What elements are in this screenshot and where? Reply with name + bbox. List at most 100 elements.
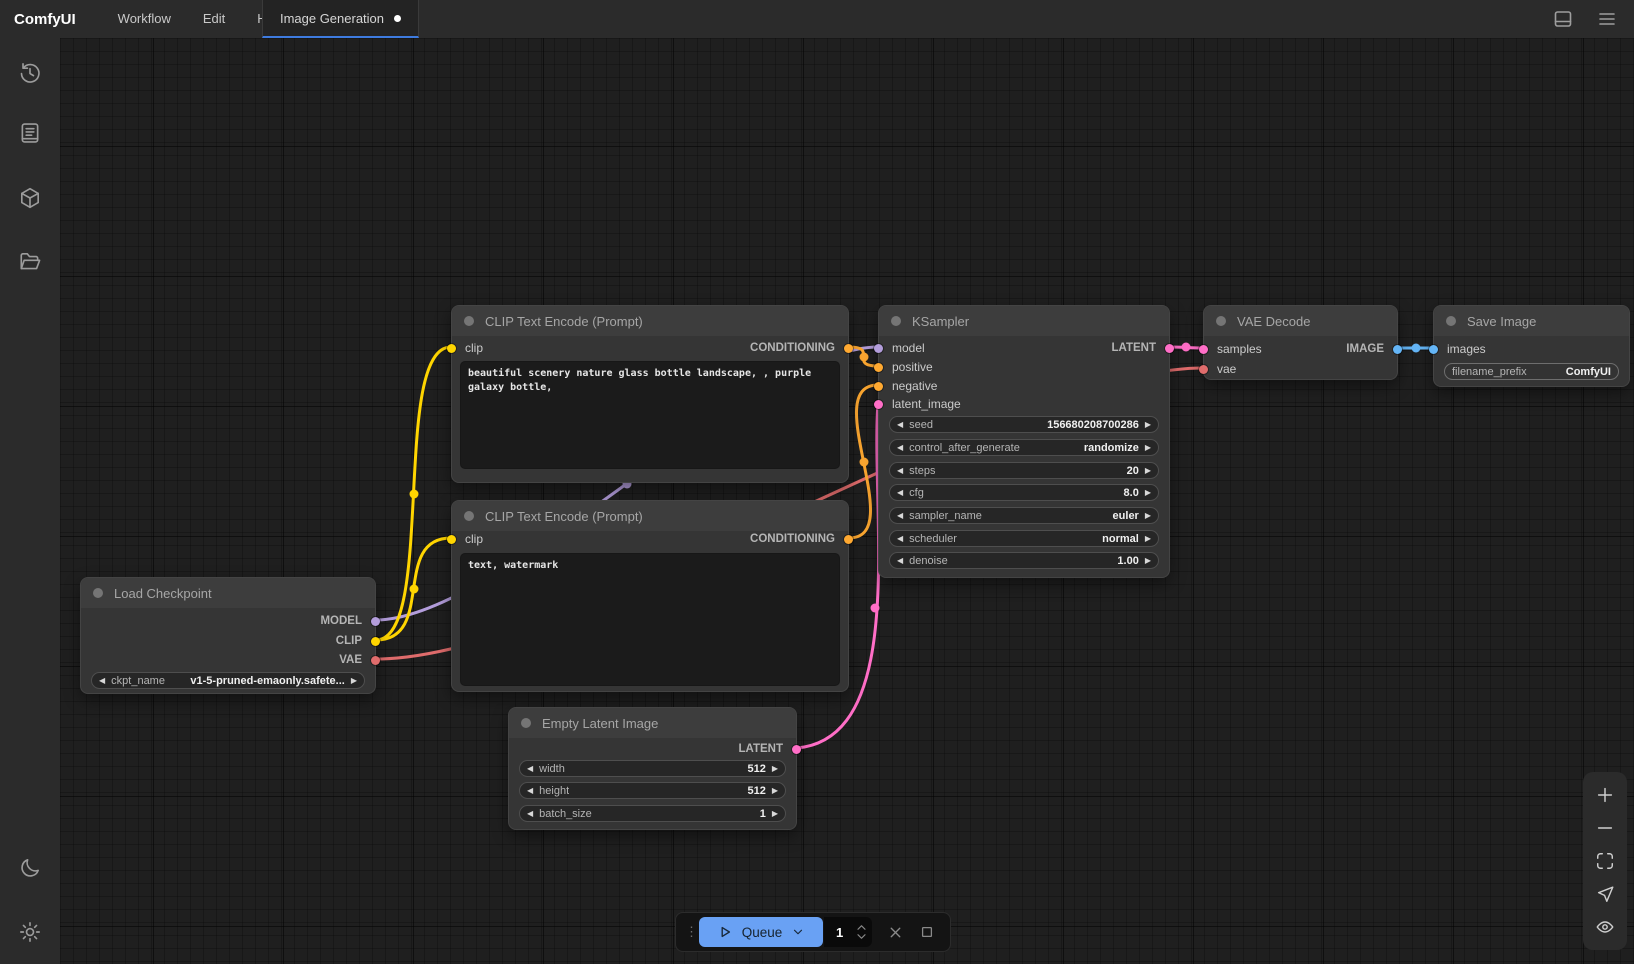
menu-workflow[interactable]: Workflow bbox=[102, 0, 187, 38]
widget-left-arrow-icon[interactable]: ◀ bbox=[897, 508, 903, 523]
widget-left-arrow-icon[interactable]: ◀ bbox=[897, 463, 903, 478]
prompt-textarea[interactable]: beautiful scenery nature glass bottle la… bbox=[460, 361, 840, 469]
workflows-icon[interactable] bbox=[12, 244, 48, 280]
toggle-link-visibility-icon[interactable] bbox=[1588, 913, 1622, 941]
theme-toggle-icon[interactable] bbox=[12, 850, 48, 886]
node-ksampler[interactable]: KSamplerLATENTmodelpositivenegativelaten… bbox=[878, 305, 1170, 578]
history-icon[interactable] bbox=[12, 55, 48, 91]
menu-icon[interactable] bbox=[1592, 4, 1622, 34]
link-midpoint-dot bbox=[860, 353, 869, 362]
prompt-textarea[interactable]: text, watermark bbox=[460, 553, 840, 686]
stop-icon[interactable] bbox=[919, 924, 935, 940]
node-save-image[interactable]: Save Imageimagesfilename_prefixComfyUI bbox=[1433, 305, 1630, 387]
stepper-up-icon[interactable] bbox=[856, 924, 867, 931]
node-header[interactable]: CLIP Text Encode (Prompt) bbox=[452, 306, 848, 336]
input-label-negative: negative bbox=[892, 378, 937, 394]
bottom-panel-icon[interactable] bbox=[1548, 4, 1578, 34]
node-header[interactable]: Empty Latent Image bbox=[509, 708, 796, 738]
input-port-negative[interactable] bbox=[874, 382, 883, 391]
input-port-images[interactable] bbox=[1429, 345, 1438, 354]
widget-right-arrow-icon[interactable]: ▶ bbox=[1145, 417, 1151, 432]
drag-handle[interactable]: ⋮ bbox=[685, 927, 695, 937]
output-port-image[interactable] bbox=[1393, 345, 1402, 354]
node-title: Load Checkpoint bbox=[114, 586, 212, 601]
widget-value: 512 bbox=[747, 763, 765, 775]
widget-left-arrow-icon[interactable]: ◀ bbox=[897, 531, 903, 546]
widget-left-arrow-icon[interactable]: ◀ bbox=[99, 673, 105, 688]
zoom-in-icon[interactable] bbox=[1588, 781, 1622, 809]
fit-view-icon[interactable] bbox=[1588, 847, 1622, 875]
queue-button[interactable]: Queue bbox=[699, 917, 823, 947]
output-port-vae[interactable] bbox=[371, 656, 380, 665]
input-port-positive[interactable] bbox=[874, 363, 883, 372]
node-canvas[interactable]: Load CheckpointMODELCLIPVAE◀ckpt_namev1-… bbox=[60, 38, 1634, 964]
tab-image-generation[interactable]: Image Generation bbox=[262, 0, 419, 38]
widget-left-arrow-icon[interactable]: ◀ bbox=[897, 485, 903, 500]
node-vae-decode[interactable]: VAE DecodeIMAGEsamplesvae bbox=[1203, 305, 1398, 380]
widget-ckpt_name[interactable]: ◀ckpt_namev1-5-pruned-emaonly.safete...▶ bbox=[91, 672, 365, 689]
widget-filename_prefix[interactable]: filename_prefixComfyUI bbox=[1444, 363, 1619, 380]
widget-right-arrow-icon[interactable]: ▶ bbox=[1145, 553, 1151, 568]
widget-scheduler[interactable]: ◀schedulernormal▶ bbox=[889, 530, 1159, 547]
input-port-vae[interactable] bbox=[1199, 365, 1208, 374]
app-logo: ComfyUI bbox=[14, 11, 76, 28]
widget-denoise[interactable]: ◀denoise1.00▶ bbox=[889, 552, 1159, 569]
widget-right-arrow-icon[interactable]: ▶ bbox=[772, 761, 778, 776]
zoom-out-icon[interactable] bbox=[1588, 814, 1622, 842]
tab-label: Image Generation bbox=[280, 11, 384, 26]
widget-width[interactable]: ◀width512▶ bbox=[519, 760, 786, 777]
input-port-model[interactable] bbox=[874, 344, 883, 353]
input-port-latent_image[interactable] bbox=[874, 400, 883, 409]
widget-right-arrow-icon[interactable]: ▶ bbox=[1145, 463, 1151, 478]
node-header[interactable]: Save Image bbox=[1434, 306, 1629, 336]
clear-queue-icon[interactable] bbox=[887, 924, 904, 941]
menu-edit[interactable]: Edit bbox=[187, 0, 241, 38]
widget-sampler_name[interactable]: ◀sampler_nameeuler▶ bbox=[889, 507, 1159, 524]
output-port-latent[interactable] bbox=[792, 745, 801, 754]
widget-right-arrow-icon[interactable]: ▶ bbox=[351, 673, 357, 688]
output-port-model[interactable] bbox=[371, 617, 380, 626]
node-header[interactable]: CLIP Text Encode (Prompt) bbox=[452, 501, 848, 531]
input-port-clip[interactable] bbox=[447, 535, 456, 544]
widget-value: 156680208700286 bbox=[1047, 419, 1139, 431]
widget-right-arrow-icon[interactable]: ▶ bbox=[1145, 485, 1151, 500]
node-header[interactable]: VAE Decode bbox=[1204, 306, 1397, 336]
node-clip-text-encode-positive[interactable]: CLIP Text Encode (Prompt)CONDITIONINGcli… bbox=[451, 305, 849, 483]
node-header[interactable]: KSampler bbox=[879, 306, 1169, 336]
widget-left-arrow-icon[interactable]: ◀ bbox=[527, 806, 533, 821]
output-port-clip[interactable] bbox=[371, 637, 380, 646]
output-port-latent[interactable] bbox=[1165, 344, 1174, 353]
widget-height[interactable]: ◀height512▶ bbox=[519, 782, 786, 799]
navigate-icon[interactable] bbox=[1588, 880, 1622, 908]
input-port-clip[interactable] bbox=[447, 344, 456, 353]
output-port-conditioning[interactable] bbox=[844, 344, 853, 353]
widget-left-arrow-icon[interactable]: ◀ bbox=[897, 417, 903, 432]
widget-right-arrow-icon[interactable]: ▶ bbox=[772, 806, 778, 821]
widget-control_after_generate[interactable]: ◀control_after_generaterandomize▶ bbox=[889, 439, 1159, 456]
widget-right-arrow-icon[interactable]: ▶ bbox=[1145, 440, 1151, 455]
batch-count-input[interactable]: 1 bbox=[824, 917, 872, 947]
node-library-icon[interactable] bbox=[12, 115, 48, 151]
widget-steps[interactable]: ◀steps20▶ bbox=[889, 462, 1159, 479]
widget-right-arrow-icon[interactable]: ▶ bbox=[772, 783, 778, 798]
settings-icon[interactable] bbox=[12, 914, 48, 950]
widget-right-arrow-icon[interactable]: ▶ bbox=[1145, 531, 1151, 546]
widget-left-arrow-icon[interactable]: ◀ bbox=[897, 440, 903, 455]
widget-right-arrow-icon[interactable]: ▶ bbox=[1145, 508, 1151, 523]
node-load-checkpoint[interactable]: Load CheckpointMODELCLIPVAE◀ckpt_namev1-… bbox=[80, 577, 376, 694]
widget-seed[interactable]: ◀seed156680208700286▶ bbox=[889, 416, 1159, 433]
output-label-image: IMAGE bbox=[1346, 341, 1384, 357]
widget-left-arrow-icon[interactable]: ◀ bbox=[527, 761, 533, 776]
model-library-icon[interactable] bbox=[12, 180, 48, 216]
widget-left-arrow-icon[interactable]: ◀ bbox=[897, 553, 903, 568]
widget-batch_size[interactable]: ◀batch_size1▶ bbox=[519, 805, 786, 822]
input-port-samples[interactable] bbox=[1199, 345, 1208, 354]
widget-left-arrow-icon[interactable]: ◀ bbox=[527, 783, 533, 798]
output-port-conditioning[interactable] bbox=[844, 535, 853, 544]
widget-label: sampler_name bbox=[909, 510, 982, 522]
node-clip-text-encode-negative[interactable]: CLIP Text Encode (Prompt)CONDITIONINGcli… bbox=[451, 500, 849, 692]
node-header[interactable]: Load Checkpoint bbox=[81, 578, 375, 608]
stepper-down-icon[interactable] bbox=[856, 933, 867, 940]
widget-cfg[interactable]: ◀cfg8.0▶ bbox=[889, 484, 1159, 501]
node-empty-latent-image[interactable]: Empty Latent ImageLATENT◀width512▶◀heigh… bbox=[508, 707, 797, 830]
